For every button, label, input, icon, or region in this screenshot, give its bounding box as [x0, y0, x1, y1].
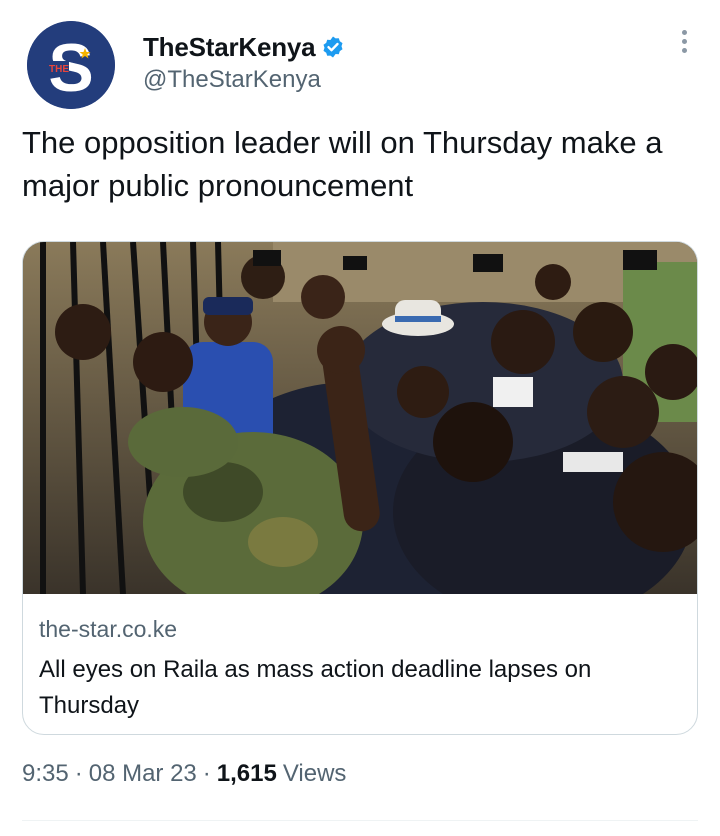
display-name-row: TheStarKenya [143, 30, 345, 64]
tweet-text: The opposition leader will on Thursday m… [22, 125, 663, 203]
thestar-logo-icon: S THE [27, 21, 115, 109]
tweet-date[interactable]: 08 Mar 23 [89, 760, 197, 788]
tweet: S THE TheStarKenya @TheStarKenya The opp… [0, 0, 720, 836]
card-domain: the-star.co.ke [39, 616, 178, 642]
card-image[interactable] [23, 242, 697, 594]
meta-separator: · [74, 760, 83, 787]
more-vertical-icon[interactable] [678, 30, 690, 58]
views-label[interactable]: Views [283, 760, 347, 788]
avatar[interactable]: S THE [27, 21, 115, 109]
verified-badge-icon [321, 35, 345, 59]
tweet-author: TheStarKenya @TheStarKenya [143, 30, 345, 94]
divider [22, 820, 698, 821]
svg-text:THE: THE [49, 64, 69, 75]
views-count[interactable]: 1,615 [217, 760, 277, 788]
display-name[interactable]: TheStarKenya [143, 32, 316, 63]
link-card[interactable]: the-star.co.ke All eyes on Raila as mass… [22, 241, 698, 735]
tweet-time[interactable]: 9:35 [22, 760, 69, 788]
tweet-meta: 9:35 · 08 Mar 23 · 1,615 Views [22, 760, 346, 788]
card-title: All eyes on Raila as mass action deadlin… [39, 656, 592, 719]
meta-separator: · [202, 760, 211, 787]
author-handle[interactable]: @TheStarKenya [143, 66, 345, 94]
news-photo-icon [23, 242, 697, 594]
